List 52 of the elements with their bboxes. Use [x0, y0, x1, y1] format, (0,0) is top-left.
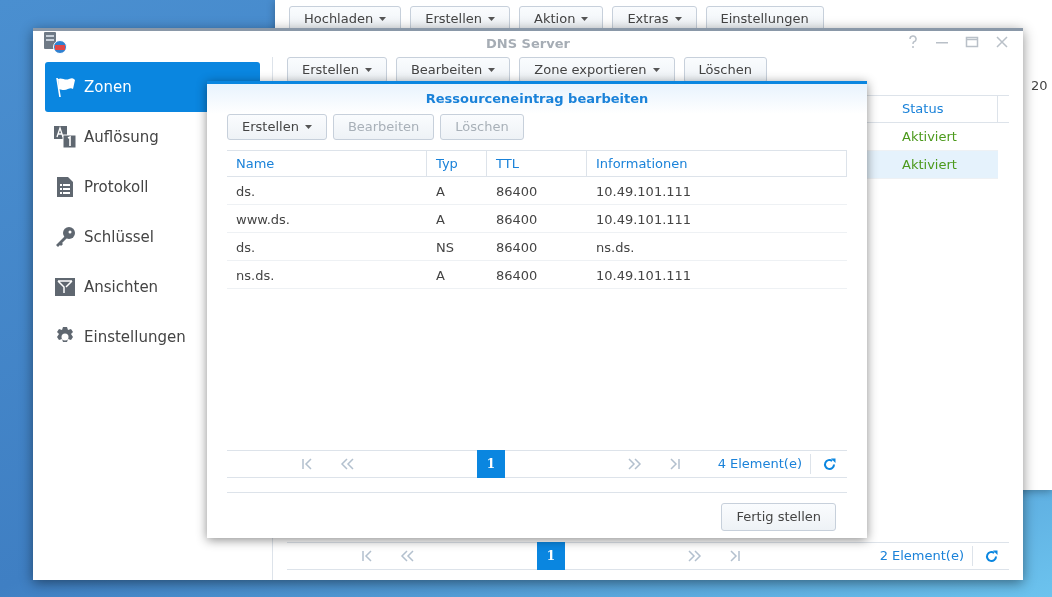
- caret-icon: [652, 68, 660, 72]
- close-icon[interactable]: [995, 35, 1009, 49]
- table-cell: A: [436, 211, 445, 227]
- table-cell: www.ds.: [236, 211, 290, 227]
- status-text: Aktiviert: [902, 127, 957, 146]
- table-cell: 86400: [496, 267, 538, 283]
- column-header[interactable]: Typ: [436, 153, 458, 174]
- finish-button[interactable]: Fertig stellen: [721, 503, 836, 531]
- toolbar-button[interactable]: Erstellen: [287, 57, 387, 83]
- table-cell: 10.49.101.111: [596, 267, 692, 283]
- table-cell: 86400: [496, 183, 538, 199]
- letter-number-icon: [54, 126, 76, 148]
- toolbar-button[interactable]: Zone exportieren: [519, 57, 675, 83]
- document-list-icon: [54, 176, 76, 198]
- table-cell: ds.: [236, 183, 256, 199]
- item-count: 2 Element(e): [879, 546, 973, 566]
- table-cell: 86400: [496, 239, 538, 255]
- table-cell: 10.49.101.111: [596, 211, 692, 227]
- help-icon[interactable]: [907, 35, 919, 49]
- toolbar-button[interactable]: Löschen: [683, 57, 767, 83]
- table-cell: ds.: [236, 239, 256, 255]
- maximize-icon[interactable]: [965, 35, 979, 49]
- page-button[interactable]: 1: [537, 542, 565, 570]
- flag-icon: [54, 76, 76, 98]
- caret-icon: [364, 68, 372, 72]
- table-cell: A: [436, 183, 445, 199]
- table-cell: NS: [436, 239, 454, 255]
- caret-icon: [581, 17, 589, 21]
- page-button[interactable]: 1: [477, 450, 505, 478]
- column-header[interactable]: Informationen: [596, 153, 688, 174]
- column-header[interactable]: Name: [236, 153, 275, 174]
- caret-icon: [674, 17, 682, 21]
- caret-icon: [379, 17, 387, 21]
- table-cell: ns.ds.: [236, 267, 275, 283]
- item-count: 4 Element(e): [717, 454, 811, 474]
- app-icon: [43, 32, 67, 54]
- table-cell: ns.ds.: [596, 239, 635, 255]
- table-cell: A: [436, 267, 445, 283]
- dialog-title: Ressourceneintrag bearbeiten: [425, 90, 649, 109]
- status-text: Aktiviert: [902, 155, 957, 174]
- caret-icon: [304, 125, 312, 129]
- table-cell-text: 20: [1031, 77, 1048, 95]
- table-cell: 10.49.101.111: [596, 183, 692, 199]
- toolbar-button[interactable]: Erstellen: [227, 114, 327, 140]
- window-title: DNS Server: [486, 35, 570, 54]
- column-header: Status: [901, 100, 944, 119]
- table-cell: 86400: [496, 211, 538, 227]
- toolbar-button[interactable]: Bearbeiten: [395, 57, 511, 83]
- column-header[interactable]: TTL: [496, 153, 519, 174]
- caret-icon: [488, 68, 496, 72]
- caret-icon: [488, 17, 496, 21]
- key-icon: [54, 226, 76, 248]
